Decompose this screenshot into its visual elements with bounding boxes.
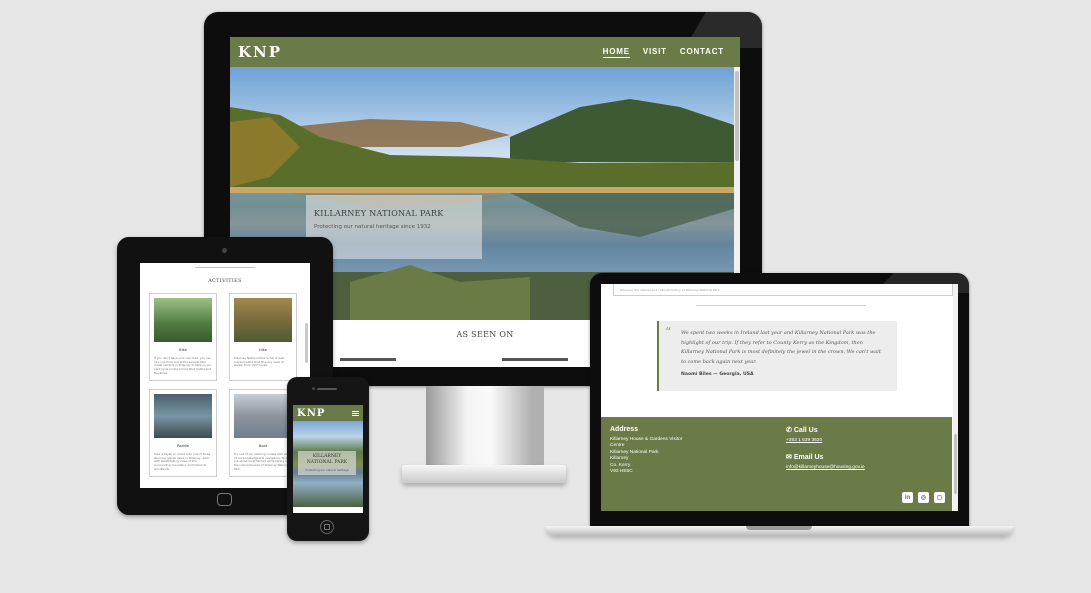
section-divider [195,267,255,268]
site-logo[interactable]: KNP [238,43,282,61]
quote-author: Naomi Biles — Georgia, USA [681,372,754,377]
phone-link[interactable]: +353 1 539 3620 [786,438,865,443]
phone-navbar: KNP [293,405,363,421]
tablet-home-button[interactable] [217,493,232,506]
laptop-scrollbar[interactable] [953,284,958,511]
card-text: Killarney National Park is full of well-… [234,356,285,368]
footer-contact: ✆ Call Us +353 1 539 3620 ✉ Email Us info@… [786,426,865,480]
tablet-camera [222,248,227,253]
bike-image [154,298,212,342]
card-title: Paddle [177,444,189,448]
card-text: If you don't have your own bike, you can… [154,356,212,375]
site-footer: Address Killarney House & Gardens Visito… [601,417,952,511]
laptop-notch [746,526,812,530]
card-title: Boat [258,444,268,448]
card-text: Take a kayak or canoe onto one of three … [154,452,211,471]
boat-image [234,394,292,438]
activity-card-paddle[interactable]: Paddle Take a kayak or canoe onto one of… [149,389,217,477]
email-heading: ✉ Email Us [786,453,824,462]
activities-heading: ACTIVITIES [208,278,242,284]
card-title: Bike [179,348,187,352]
nav-visit-link[interactable]: VISIT [643,47,667,58]
quote-mark-icon: “ [665,325,672,339]
nav-contact-link[interactable]: CONTACT [680,47,724,58]
phone-icon: ✆ [786,427,792,434]
laptop: Discover the natural and cultural histor… [546,273,1013,536]
email-link[interactable]: info@killarneyhouse@housing.gov.ie [786,465,865,470]
desktop-navbar: KNP HOME VISIT CONTACT [230,37,740,67]
hero-subtitle: Protecting our natural heritage since 19… [314,224,431,230]
footer-address: Address Killarney House & Gardens Visito… [610,426,682,476]
envelope-icon: ✉ [786,454,792,461]
tablet-scrollbar[interactable] [305,323,308,363]
activities-grid: Bike If you don't have your own bike, yo… [149,293,299,477]
card-title: Hike [259,348,267,352]
phone-hero-title: KILLARNEY NATIONAL PARK [306,454,348,465]
address-heading: Address [610,426,639,433]
call-heading: ✆ Call Us [786,426,818,435]
nav-links: HOME VISIT CONTACT [602,47,724,58]
social-links: in ◎ ◻ [902,492,945,503]
linkedin-icon[interactable]: in [902,492,913,503]
phone-screen: KNP KILLARNEY NATIONAL PARK Protecting o… [293,405,363,513]
hike-image [234,298,292,342]
phone-speaker [317,388,337,390]
monitor-stand-base [402,465,566,483]
nav-home-link[interactable]: HOME [602,47,630,58]
testimonial-quote: “ We spent two weeks in Ireland last yea… [657,321,897,391]
phone: KNP KILLARNEY NATIONAL PARK Protecting o… [287,377,369,541]
quote-text: We spent two weeks in Ireland last year … [681,330,881,365]
hero-title: KILLARNEY NATIONAL PARK [314,209,444,218]
phone-hero-image: KILLARNEY NATIONAL PARK Protecting our n… [293,421,363,507]
phone-camera [312,387,315,390]
phone-hero-card: KILLARNEY NATIONAL PARK Protecting our n… [298,451,356,475]
tablet-screen: ACTIVITIES Bike If you don't have your o… [140,263,310,488]
github-icon[interactable]: ◻ [934,492,945,503]
section-divider [696,305,866,306]
hamburger-menu-icon[interactable] [352,410,359,416]
instagram-icon[interactable]: ◎ [918,492,929,503]
phone-hero-subtitle: Protecting our natural heritage [305,467,349,472]
site-logo[interactable]: KNP [297,408,325,419]
card-text: Try one of our relaxing cruises with som… [234,452,292,471]
activity-card-hike[interactable]: Hike Killarney National Park is full of … [229,293,297,381]
paddle-image [154,394,212,438]
previous-section-strip: Discover the natural and cultural histor… [613,284,953,296]
laptop-screen: Discover the natural and cultural histor… [601,284,958,511]
address-line: V93 HE5C [610,469,633,475]
activity-card-bike[interactable]: Bike If you don't have your own bike, yo… [149,293,217,381]
phone-home-button[interactable] [320,520,334,534]
